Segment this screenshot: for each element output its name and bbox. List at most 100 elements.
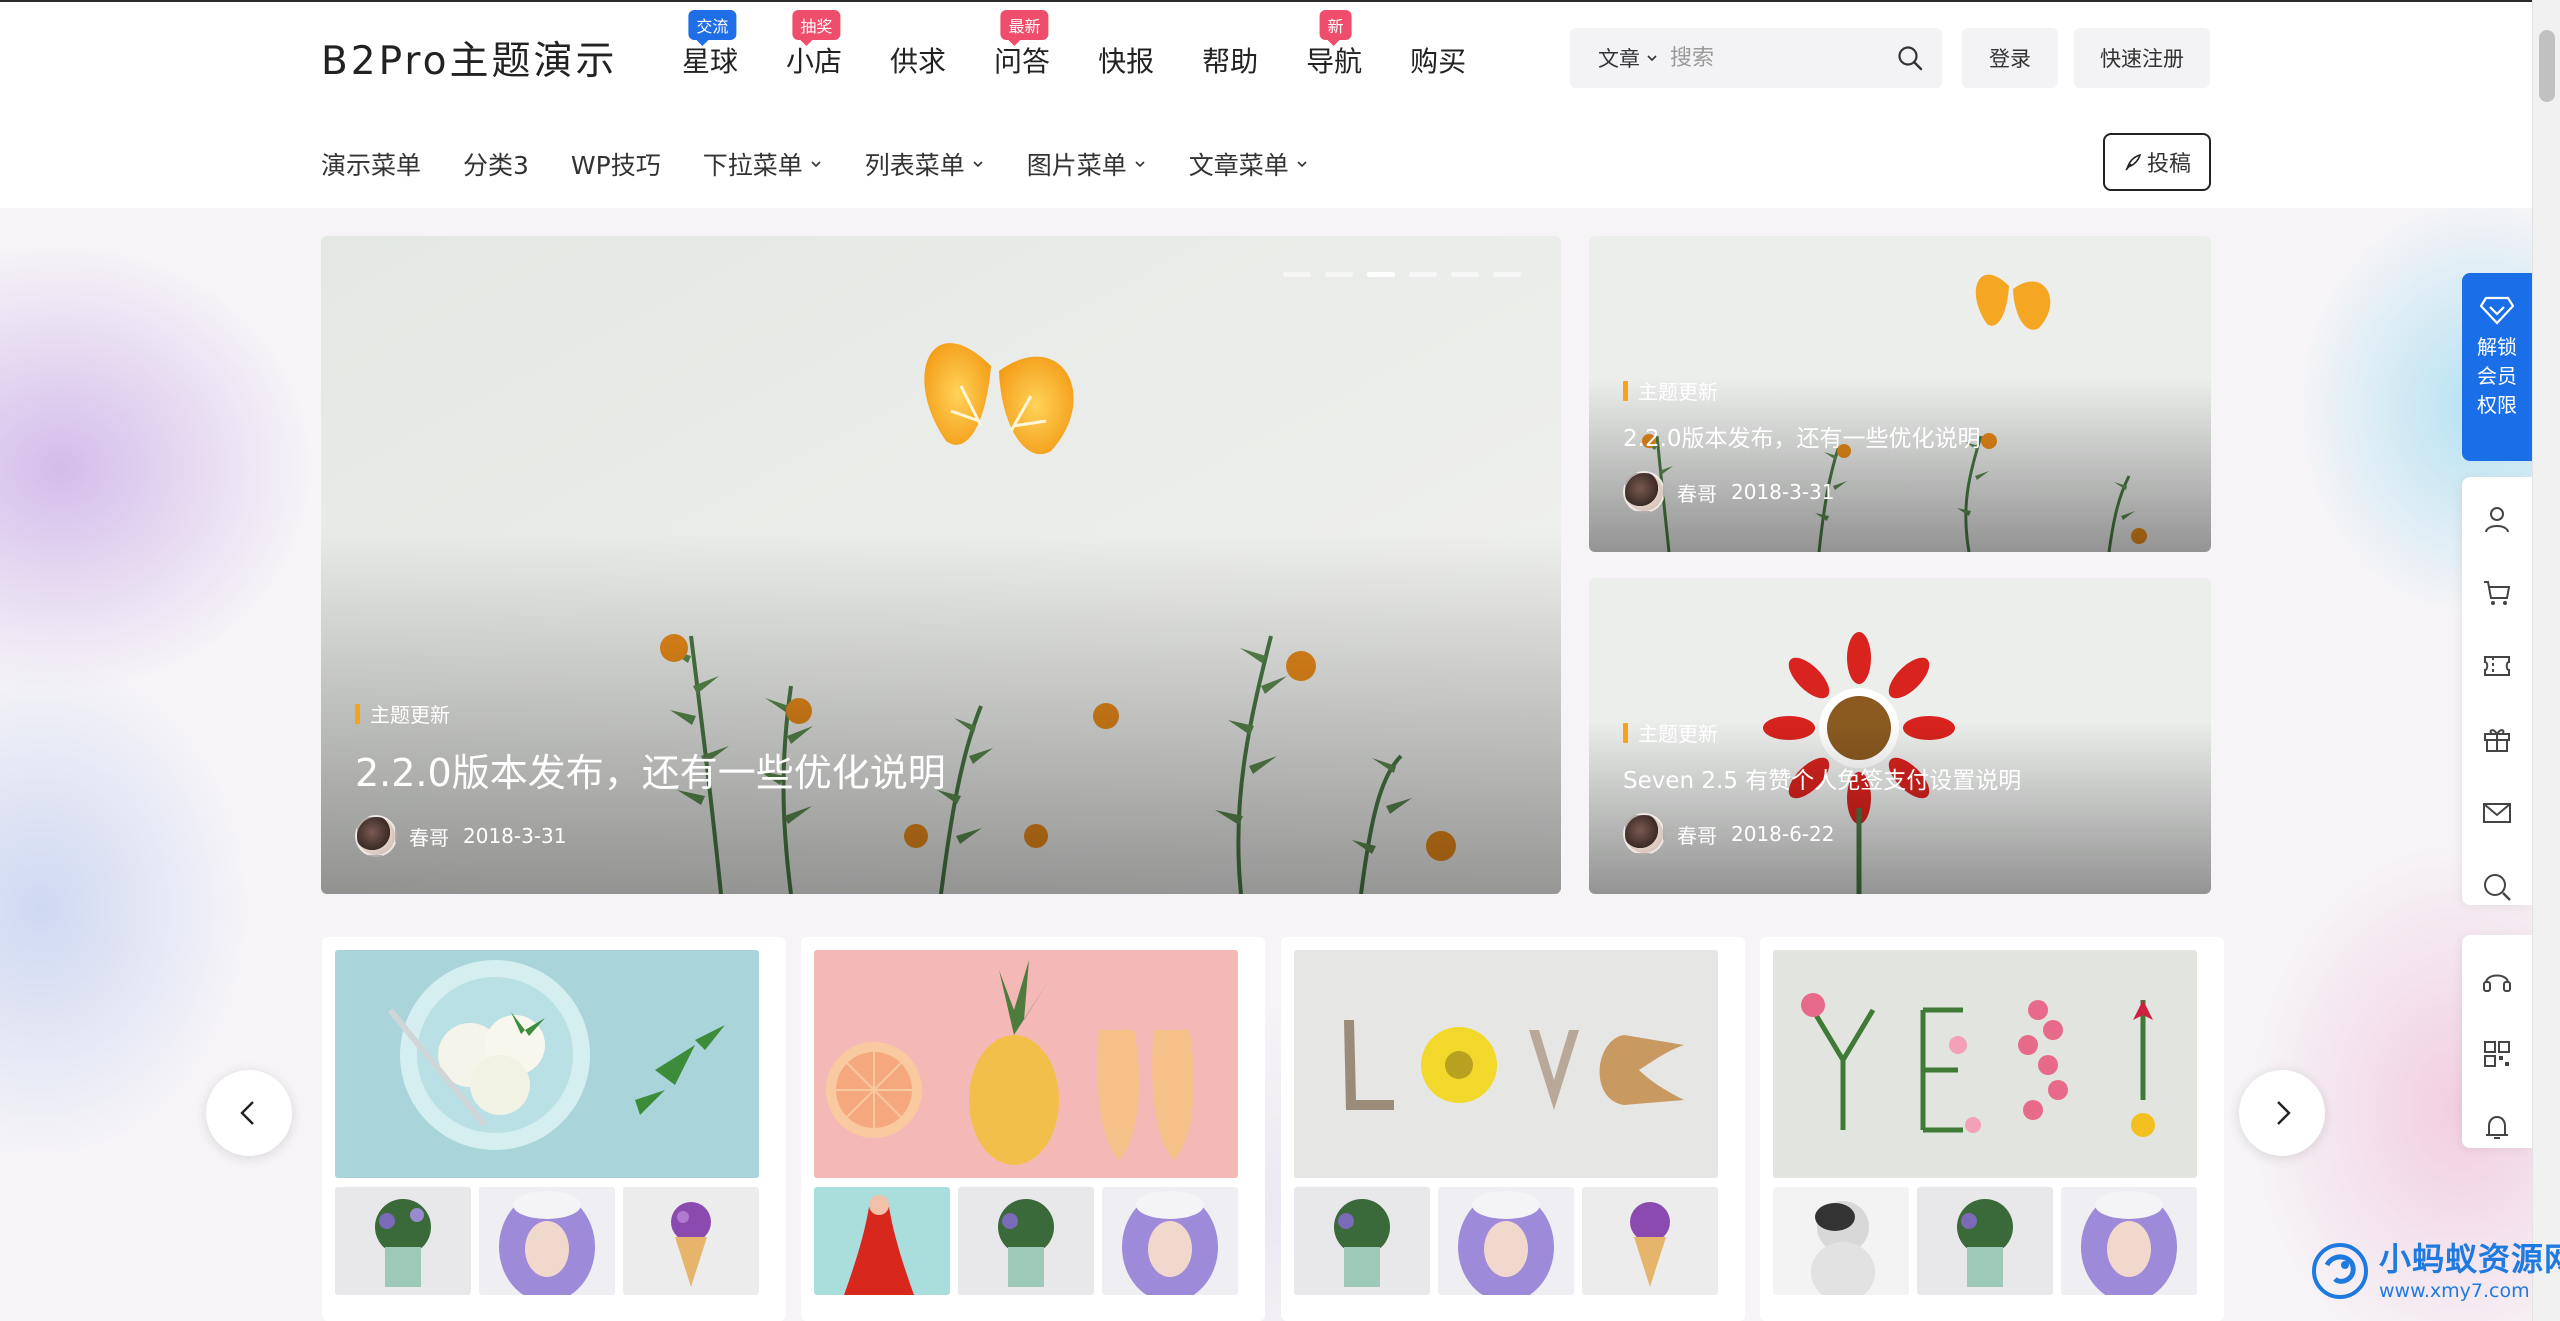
nav-item-xingqiu[interactable]: 星球 交流 bbox=[682, 10, 738, 80]
sub-nav-item-list[interactable]: 列表菜单 bbox=[865, 146, 985, 182]
vip-text-line: 权限 bbox=[2477, 393, 2517, 417]
chevron-down-icon bbox=[1135, 161, 1145, 168]
ant-logo-icon bbox=[2312, 1243, 2368, 1299]
post-title[interactable]: 2.2.0版本发布，还有一些优化说明 bbox=[355, 742, 946, 797]
purple-hair-portrait-thumbnail[interactable] bbox=[479, 1187, 615, 1295]
nav-label: 供求 bbox=[890, 45, 947, 78]
cart-icon[interactable] bbox=[2481, 577, 2513, 609]
plant-pot-thumbnail[interactable] bbox=[1294, 1187, 1430, 1295]
vip-unlock-panel[interactable]: 解锁 会员 权限 bbox=[2462, 273, 2532, 461]
carousel-card[interactable] bbox=[322, 937, 786, 1321]
nav-item-daohang[interactable]: 导航 新 bbox=[1306, 10, 1362, 80]
nav-badge: 最新 bbox=[1000, 10, 1049, 46]
post-category[interactable]: 主题更新 bbox=[355, 699, 946, 728]
submit-post-button[interactable]: 投稿 bbox=[2103, 133, 2211, 191]
hero-side-slide-1[interactable]: 主题更新 2.2.0版本发布，还有一些优化说明 春哥 2018-3-31 bbox=[1589, 236, 2211, 552]
chevron-left-icon bbox=[240, 1101, 254, 1125]
carousel-prev-button[interactable] bbox=[206, 1070, 292, 1156]
qrcode-icon[interactable] bbox=[2481, 1038, 2513, 1070]
nav-item-bangzhu[interactable]: 帮助 bbox=[1202, 40, 1258, 80]
scrollbar-thumb[interactable] bbox=[2539, 30, 2555, 102]
avatar[interactable] bbox=[1623, 471, 1665, 513]
plant-pot-thumbnail[interactable] bbox=[1917, 1187, 2053, 1295]
register-button[interactable]: 快速注册 bbox=[2074, 28, 2210, 88]
mail-icon[interactable] bbox=[2481, 797, 2513, 829]
search-type-label: 文章 bbox=[1598, 47, 1640, 71]
post-title[interactable]: 2.2.0版本发布，还有一些优化说明 bbox=[1623, 419, 1981, 453]
sub-nav-item-image[interactable]: 图片菜单 bbox=[1027, 146, 1147, 182]
site-logo[interactable]: B2Pro主题演示 bbox=[321, 30, 617, 86]
purple-hair-portrait-thumbnail[interactable] bbox=[1102, 1187, 1238, 1295]
sub-nav-item-article[interactable]: 文章菜单 bbox=[1189, 146, 1309, 182]
vip-text-line: 解锁 bbox=[2477, 335, 2517, 359]
sub-nav-label: 文章菜单 bbox=[1188, 151, 1289, 180]
ice-cream-cone-thumbnail[interactable] bbox=[1582, 1187, 1718, 1295]
author-name[interactable]: 春哥 bbox=[1677, 820, 1717, 849]
hero-side-slide-2[interactable]: 主题更新 Seven 2.5 有赞个人免签支付设置说明 春哥 2018-6-22 bbox=[1589, 578, 2211, 894]
post-category-label: 主题更新 bbox=[1638, 380, 1718, 404]
sub-nav-label: 下拉菜单 bbox=[702, 151, 803, 180]
sub-nav-item-demo[interactable]: 演示菜单 bbox=[321, 146, 421, 182]
search-icon[interactable] bbox=[1896, 44, 1924, 72]
purple-hair-portrait-thumbnail[interactable] bbox=[1438, 1187, 1574, 1295]
ticket-icon[interactable] bbox=[2481, 650, 2513, 682]
category-bar bbox=[1623, 722, 1628, 743]
pineapple-shoes-image bbox=[814, 950, 1238, 1178]
sub-nav-item-wp-tips[interactable]: WP技巧 bbox=[571, 146, 661, 182]
avatar[interactable] bbox=[1623, 813, 1665, 855]
slider-dot[interactable] bbox=[1451, 272, 1479, 277]
carousel-card[interactable] bbox=[801, 937, 1265, 1321]
post-date: 2018-3-31 bbox=[1731, 480, 1835, 504]
red-dress-splash-thumbnail[interactable] bbox=[814, 1187, 950, 1295]
chevron-down-icon bbox=[811, 161, 821, 168]
bell-icon[interactable] bbox=[2481, 1111, 2513, 1143]
plant-pot-thumbnail[interactable] bbox=[958, 1187, 1094, 1295]
hero-main-slide[interactable]: 主题更新 2.2.0版本发布，还有一些优化说明 春哥 2018-3-31 bbox=[321, 236, 1561, 894]
author-name[interactable]: 春哥 bbox=[409, 822, 449, 851]
nav-item-wenda[interactable]: 问答 最新 bbox=[994, 10, 1050, 80]
slider-dot[interactable] bbox=[1493, 272, 1521, 277]
author-name[interactable]: 春哥 bbox=[1677, 478, 1717, 507]
nav-label: 帮助 bbox=[1202, 45, 1259, 78]
white-figure-thumbnail[interactable] bbox=[1773, 1187, 1909, 1295]
chevron-down-icon bbox=[1647, 55, 1657, 62]
post-author: 春哥 2018-3-31 bbox=[1623, 471, 1981, 513]
sub-nav-label: 演示菜单 bbox=[321, 151, 422, 180]
headset-icon[interactable] bbox=[2481, 965, 2513, 997]
slider-dot[interactable] bbox=[1409, 272, 1437, 277]
watermark: 小蚂蚁资源网 www.xmy7.com bbox=[2305, 1233, 2560, 1303]
watermark-title: 小蚂蚁资源网 bbox=[2379, 1240, 2560, 1278]
page-scrollbar[interactable] bbox=[2532, 0, 2560, 1321]
hero-side-meta-2: 主题更新 Seven 2.5 有赞个人免签支付设置说明 春哥 2018-6-22 bbox=[1623, 718, 2021, 855]
sub-nav-item-category3[interactable]: 分类3 bbox=[463, 146, 529, 182]
post-category[interactable]: 主题更新 bbox=[1623, 376, 1981, 405]
search-input[interactable] bbox=[1670, 45, 1880, 71]
search-icon[interactable] bbox=[2481, 871, 2513, 903]
post-title[interactable]: Seven 2.5 有赞个人免签支付设置说明 bbox=[1623, 761, 2021, 795]
search-type-select[interactable]: 文章 bbox=[1570, 43, 1670, 73]
ice-cream-cone-thumbnail[interactable] bbox=[623, 1187, 759, 1295]
avatar[interactable] bbox=[355, 815, 397, 857]
slider-dot-active[interactable] bbox=[1367, 272, 1395, 277]
login-button[interactable]: 登录 bbox=[1962, 28, 2058, 88]
hero-side-meta-1: 主题更新 2.2.0版本发布，还有一些优化说明 春哥 2018-3-31 bbox=[1623, 376, 1981, 513]
user-icon[interactable] bbox=[2481, 503, 2513, 535]
post-category[interactable]: 主题更新 bbox=[1623, 718, 2021, 747]
gift-icon[interactable] bbox=[2481, 723, 2513, 755]
slider-dot[interactable] bbox=[1325, 272, 1353, 277]
sub-nav: 演示菜单 分类3 WP技巧 下拉菜单 列表菜单 图片菜单 文章菜单 bbox=[321, 146, 1351, 182]
nav-item-kuaibao[interactable]: 快报 bbox=[1098, 40, 1154, 80]
nav-item-gongqiu[interactable]: 供求 bbox=[890, 40, 946, 80]
carousel-card[interactable] bbox=[1760, 937, 2224, 1321]
nav-item-xiaodian[interactable]: 小店 抽奖 bbox=[786, 10, 842, 80]
sub-nav-item-dropdown[interactable]: 下拉菜单 bbox=[703, 146, 823, 182]
slider-dot[interactable] bbox=[1283, 272, 1311, 277]
post-category-label: 主题更新 bbox=[1638, 722, 1718, 746]
carousel-next-button[interactable] bbox=[2239, 1070, 2325, 1156]
feather-icon bbox=[2125, 153, 2142, 171]
plant-pot-thumbnail[interactable] bbox=[335, 1187, 471, 1295]
love-shells-image bbox=[1294, 950, 1718, 1178]
purple-hair-portrait-thumbnail[interactable] bbox=[2061, 1187, 2197, 1295]
carousel-card[interactable] bbox=[1281, 937, 1745, 1321]
nav-item-goumai[interactable]: 购买 bbox=[1410, 40, 1466, 80]
